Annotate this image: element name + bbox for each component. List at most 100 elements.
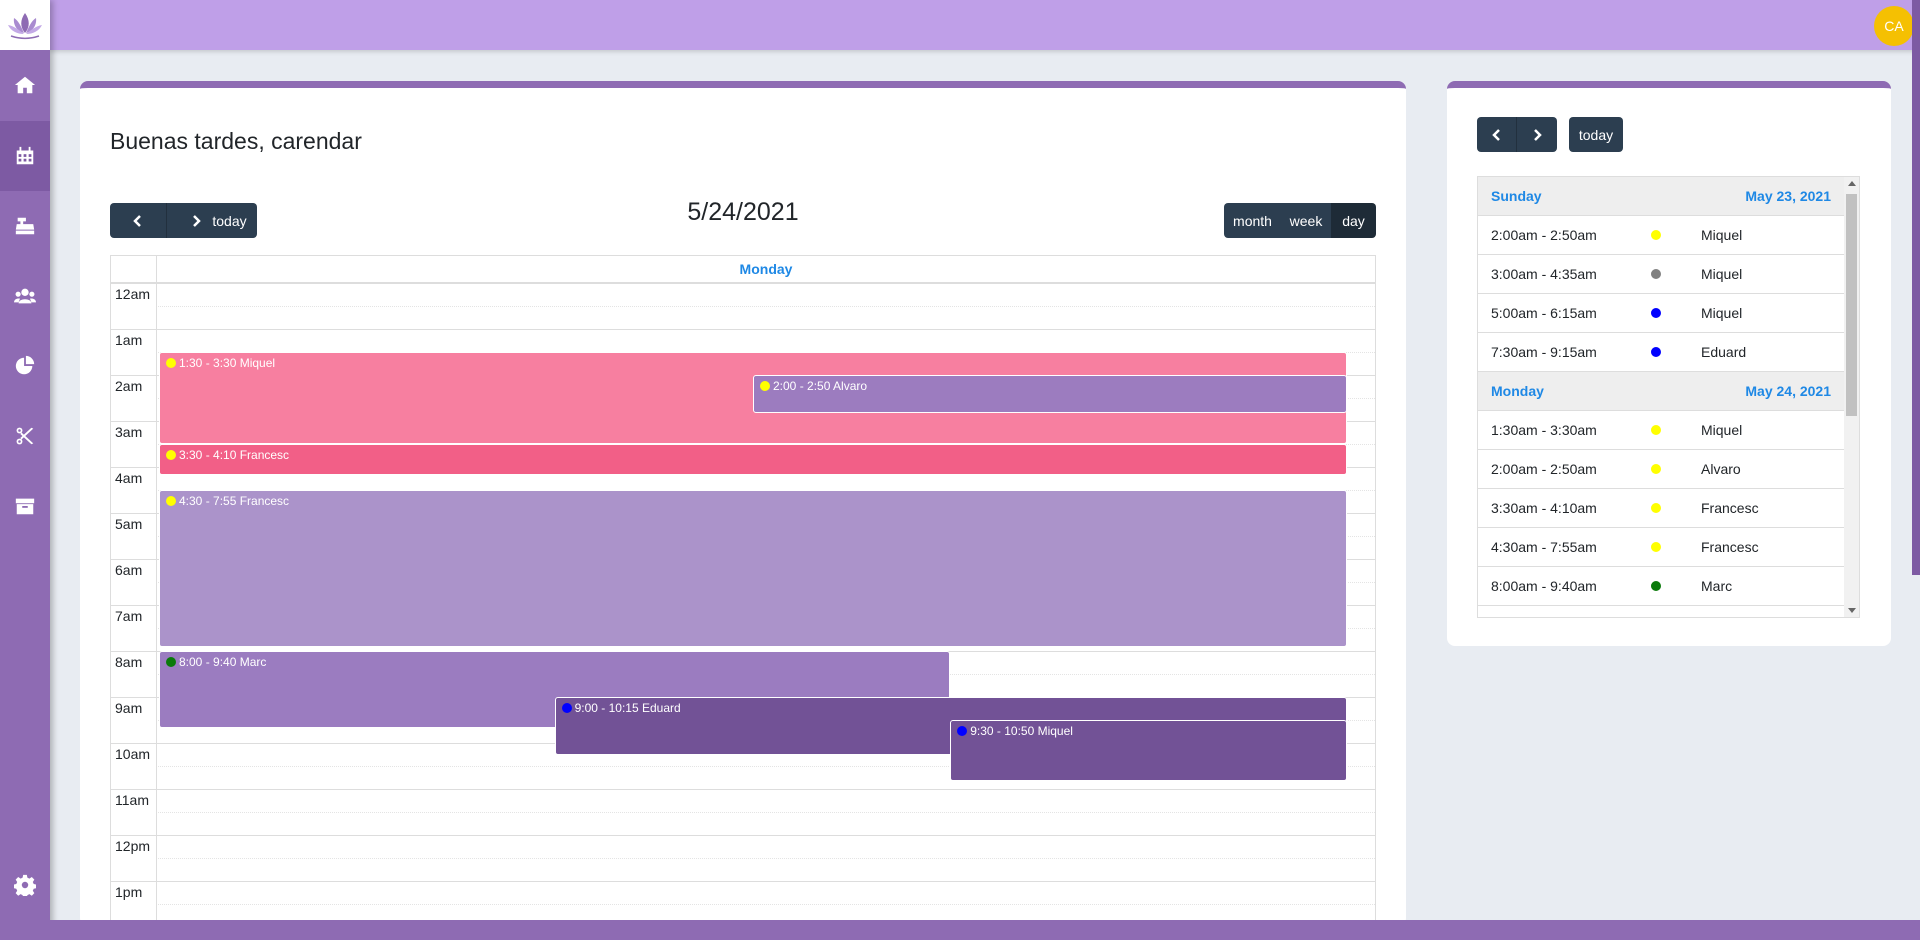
lotus-logo[interactable]: [0, 0, 50, 50]
agenda-item-dot-wrap: [1651, 425, 1701, 435]
agenda-item[interactable]: 7:30am - 9:15am Eduard: [1478, 333, 1844, 372]
agenda-item[interactable]: 3:30am - 4:10am Francesc: [1478, 489, 1844, 528]
hour-label: 5am: [115, 516, 143, 532]
half-hour-line: [156, 306, 1375, 307]
agenda-today-button[interactable]: today: [1569, 117, 1623, 152]
axis-divider: [156, 283, 157, 934]
nav-products[interactable]: [0, 471, 50, 541]
time-slot[interactable]: 11am: [111, 789, 1375, 835]
agenda-item-name: Miquel: [1701, 422, 1743, 438]
nav-home[interactable]: [0, 50, 50, 120]
nav-services[interactable]: [0, 401, 50, 471]
hour-label: 1am: [115, 332, 143, 348]
hour-label: 7am: [115, 608, 143, 624]
agenda-item[interactable]: 1:30am - 3:30am Miquel: [1478, 411, 1844, 450]
calendar-event[interactable]: 4:30 - 7:55 Francesc: [159, 490, 1347, 648]
event-label: 2:00 - 2:50 Alvaro: [773, 379, 868, 393]
event-status-dot: [166, 450, 176, 460]
event-status-dot: [166, 358, 176, 368]
nav-reports[interactable]: [0, 331, 50, 401]
agenda-prev-button[interactable]: [1477, 117, 1517, 152]
agenda-item-dot-wrap: [1651, 230, 1701, 240]
agenda-item-time: 1:30am - 3:30am: [1491, 422, 1597, 438]
agenda-item-name: Eduard: [1701, 344, 1747, 360]
home-icon: [14, 76, 36, 94]
calendar-event[interactable]: 9:30 - 10:50 Miquel: [950, 720, 1347, 782]
hour-label: 11am: [115, 792, 149, 808]
nav-cash-register[interactable]: [0, 191, 50, 261]
time-slot[interactable]: 12pm: [111, 835, 1375, 881]
greeting: Buenas tardes, carendar: [110, 128, 362, 154]
agenda-item[interactable]: 2:00am - 2:50am Alvaro: [1478, 450, 1844, 489]
agenda-item[interactable]: 4:30am - 7:55am Francesc: [1478, 528, 1844, 567]
agenda-item-name: Francesc: [1701, 500, 1759, 516]
pie-chart-icon: [15, 355, 35, 375]
hour-label: 6am: [115, 562, 143, 578]
agenda-item-dot-wrap: [1651, 269, 1701, 279]
agenda-scroll-thumb[interactable]: [1846, 194, 1857, 416]
agenda-item-name: Alvaro: [1701, 461, 1741, 477]
agenda-item[interactable]: 5:00am - 6:15am Miquel: [1478, 294, 1844, 333]
hour-line: [111, 283, 1375, 284]
agenda-item-time: 7:30am - 9:15am: [1491, 344, 1597, 360]
half-hour-line: [156, 812, 1375, 813]
agenda-item-name: Francesc: [1701, 539, 1759, 555]
view-week-button[interactable]: week: [1281, 203, 1331, 238]
lotus-icon: [8, 13, 42, 39]
agenda-item-time: 3:00am - 4:35am: [1491, 266, 1597, 282]
agenda-date: May 23, 2021: [1745, 188, 1831, 204]
event-status-dot: [957, 726, 968, 736]
agenda-scrollbar[interactable]: [1844, 177, 1859, 617]
agenda-item[interactable]: 2:00am - 2:50am Miquel: [1478, 216, 1844, 255]
agenda-item-time: 2:00am - 2:50am: [1491, 461, 1597, 477]
view-day-button[interactable]: day: [1331, 203, 1376, 238]
agenda-item[interactable]: 3:00am - 4:35am Miquel: [1478, 255, 1844, 294]
chevron-left-icon: [1491, 128, 1500, 141]
hour-label: 2am: [115, 378, 143, 394]
agenda-status-dot: [1651, 269, 1661, 279]
agenda-date: May 24, 2021: [1745, 383, 1831, 399]
hour-label: 1pm: [115, 884, 143, 900]
event-status-dot: [166, 657, 176, 667]
scroll-down-icon[interactable]: [1848, 608, 1856, 613]
event-status-dot: [166, 496, 176, 506]
agenda-status-dot: [1651, 581, 1661, 591]
agenda-day-header[interactable]: Monday May 24, 2021: [1478, 372, 1844, 411]
view-month-button[interactable]: month: [1224, 203, 1281, 238]
event-status-dot: [561, 703, 572, 713]
agenda-item-time: 5:00am - 6:15am: [1491, 305, 1597, 321]
nav-settings[interactable]: [0, 850, 50, 920]
nav-users[interactable]: [0, 261, 50, 331]
agenda-list[interactable]: Sunday May 23, 2021 2:00am - 2:50am Miquel 3…: [1477, 176, 1860, 618]
page-scrollbar[interactable]: [1912, 0, 1920, 575]
agenda-item[interactable]: 8:00am - 9:40am Marc: [1478, 567, 1844, 606]
hour-line: [111, 789, 1375, 790]
box-icon: [15, 498, 35, 515]
event-label: 8:00 - 9:40 Marc: [179, 655, 267, 669]
nav-calendar[interactable]: [0, 121, 50, 191]
agenda-item-dot-wrap: [1651, 464, 1701, 474]
bottom-scrollbar[interactable]: [50, 920, 1920, 940]
calendar-event[interactable]: 2:00 - 2:50 Alvaro: [753, 375, 1347, 414]
agenda-list-content: Sunday May 23, 2021 2:00am - 2:50am Miquel 3…: [1478, 177, 1844, 606]
agenda-card: today Sunday May 23, 2021 2:00am - 2:50am M…: [1447, 81, 1891, 646]
agenda-status-dot: [1651, 464, 1661, 474]
agenda-item-time: 3:30am - 4:10am: [1491, 500, 1597, 516]
hour-line: [111, 835, 1375, 836]
event-label: 4:30 - 7:55 Francesc: [179, 494, 290, 508]
hour-line: [111, 329, 1375, 330]
view-switcher: month week day: [1224, 203, 1376, 238]
agenda-status-dot: [1651, 347, 1661, 357]
user-avatar[interactable]: CA: [1874, 6, 1914, 46]
scissors-icon: [16, 427, 34, 445]
agenda-day-header[interactable]: Sunday May 23, 2021: [1478, 177, 1844, 216]
scroll-up-icon[interactable]: [1848, 181, 1856, 186]
day-column-header[interactable]: Monday: [156, 256, 1375, 283]
agenda-next-button[interactable]: [1517, 117, 1557, 152]
gear-icon: [14, 874, 36, 896]
time-slot[interactable]: 12am: [111, 283, 1375, 329]
calendar-event[interactable]: 3:30 - 4:10 Francesc: [159, 444, 1347, 475]
cash-register-icon: [15, 217, 35, 235]
chevron-right-icon: [1534, 128, 1542, 141]
event-label: 3:30 - 4:10 Francesc: [179, 448, 290, 462]
